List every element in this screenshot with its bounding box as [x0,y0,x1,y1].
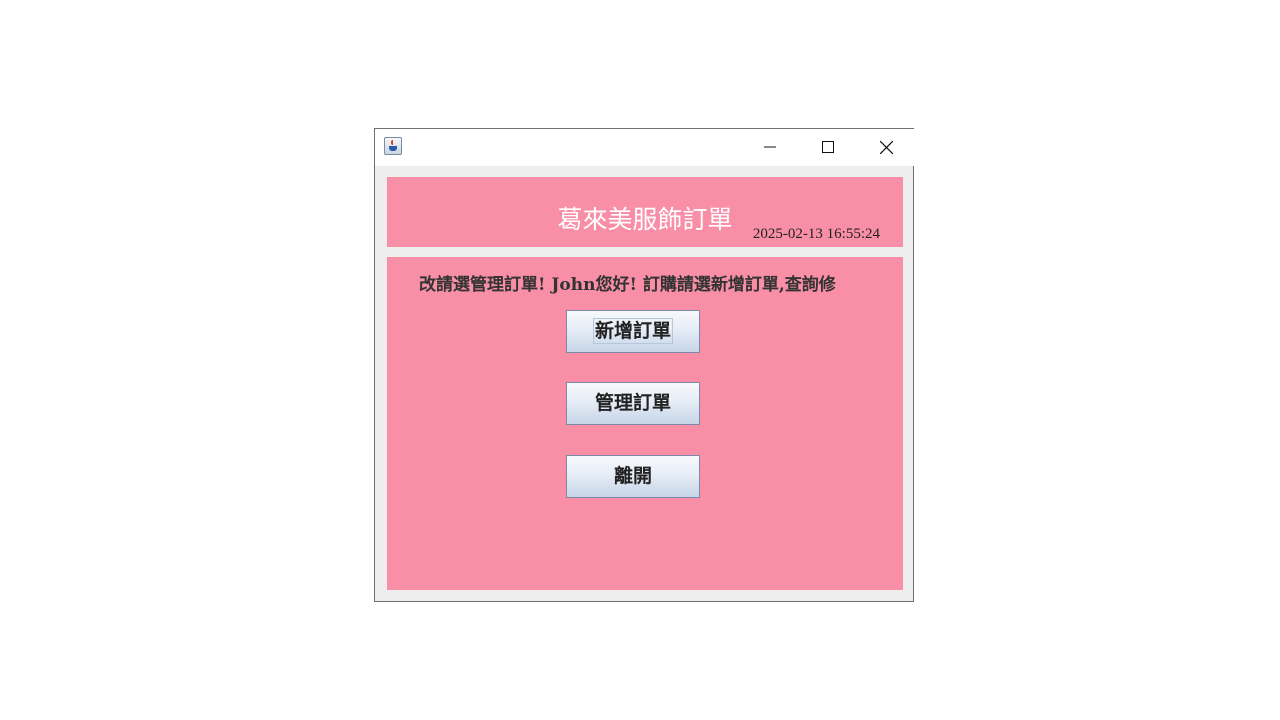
header-panel: 葛來美服飾訂單 2025-02-13 16:55:24 [387,177,903,247]
maximize-button[interactable] [805,129,851,165]
java-cup-icon[interactable] [384,137,402,155]
new-order-label: 新增訂單 [592,318,674,344]
new-order-button[interactable]: 新增訂單 [566,310,700,353]
close-button[interactable] [863,129,909,165]
minimize-icon [764,146,776,148]
app-window: 葛來美服飾訂單 2025-02-13 16:55:24 改請選管理訂單! Joh… [374,128,914,602]
exit-button[interactable]: 離開 [566,455,700,498]
maximize-icon [822,141,834,153]
exit-label: 離開 [613,465,652,487]
main-panel: 改請選管理訂單! John您好! 訂購請選新增訂單,查詢修 新增訂單 管理訂單 … [387,257,903,590]
welcome-message: 改請選管理訂單! John您好! 訂購請選新增訂單,查詢修 [419,275,836,295]
close-icon [880,141,893,154]
datetime-label: 2025-02-13 16:55:24 [752,226,880,242]
manage-orders-button[interactable]: 管理訂單 [566,382,700,425]
minimize-button[interactable] [747,129,793,165]
manage-orders-label: 管理訂單 [594,392,671,414]
title-bar[interactable] [375,129,914,166]
